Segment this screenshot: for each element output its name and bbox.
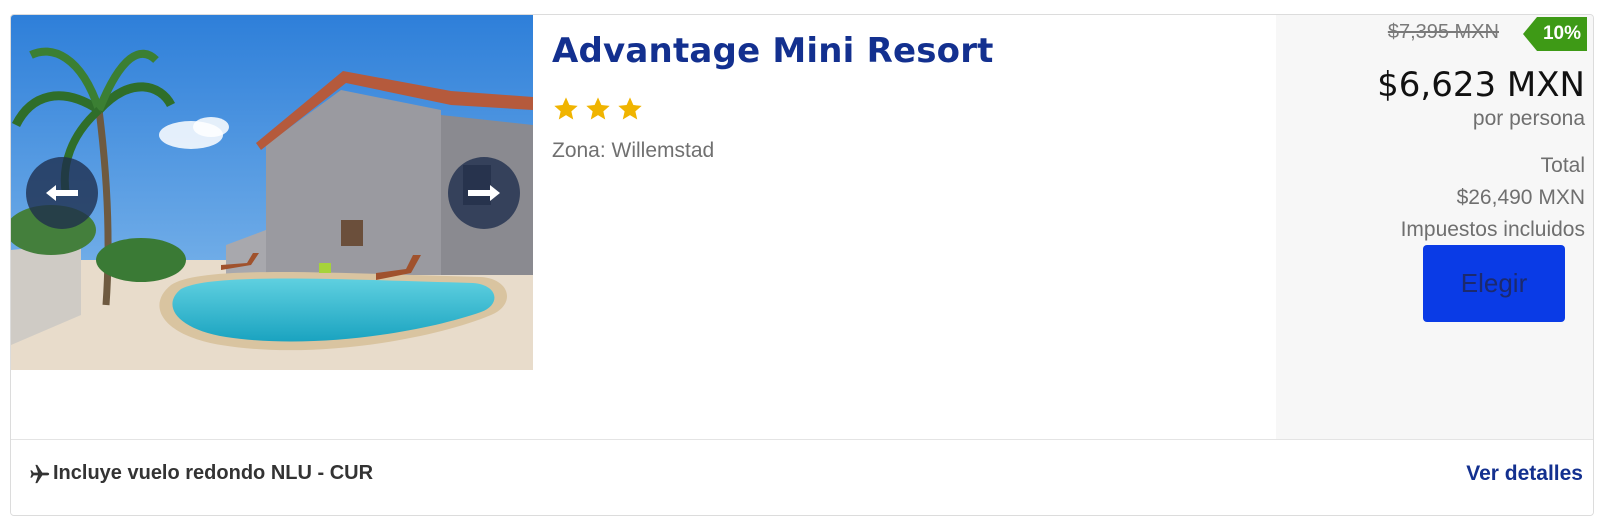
flight-info: Incluye vuelo redondo NLU - CUR — [29, 462, 373, 485]
discount-badge: 10% — [1523, 17, 1587, 51]
price-per-person: $6,623 MXN — [1377, 65, 1585, 105]
hotel-zone: Zona: Willemstad — [552, 139, 715, 162]
star-icon — [618, 97, 642, 120]
taxes-included-label: Impuestos incluidos — [1400, 218, 1585, 241]
choose-button[interactable]: Elegir — [1423, 245, 1565, 322]
star-icon — [586, 97, 610, 120]
flight-info-text: Incluye vuelo redondo NLU - CUR — [53, 462, 374, 484]
per-person-label: por persona — [1472, 107, 1585, 130]
star-icon — [554, 97, 578, 120]
total-label: Total — [1540, 154, 1585, 177]
view-details-link[interactable]: Ver detalles — [1466, 462, 1583, 486]
arrow-left-icon — [46, 185, 78, 201]
hotel-card: Advantage Mini Resort Zona: Willemstad $… — [10, 14, 1594, 516]
arrow-right-icon — [468, 185, 500, 201]
total-price: $26,490 MXN — [1456, 186, 1585, 209]
hotel-photo[interactable] — [11, 15, 533, 370]
airplane-icon — [30, 464, 50, 483]
old-price: $7,395 MXN — [1387, 21, 1499, 43]
card-footer: Incluye vuelo redondo NLU - CUR Ver deta… — [11, 439, 1593, 515]
hotel-name[interactable]: Advantage Mini Resort — [552, 31, 994, 71]
gallery-prev-button[interactable] — [26, 157, 98, 229]
price-panel: $7,395 MXN 10% $6,623 MXN por persona To… — [1276, 15, 1593, 439]
gallery-next-button[interactable] — [448, 157, 520, 229]
star-rating — [552, 95, 644, 123]
